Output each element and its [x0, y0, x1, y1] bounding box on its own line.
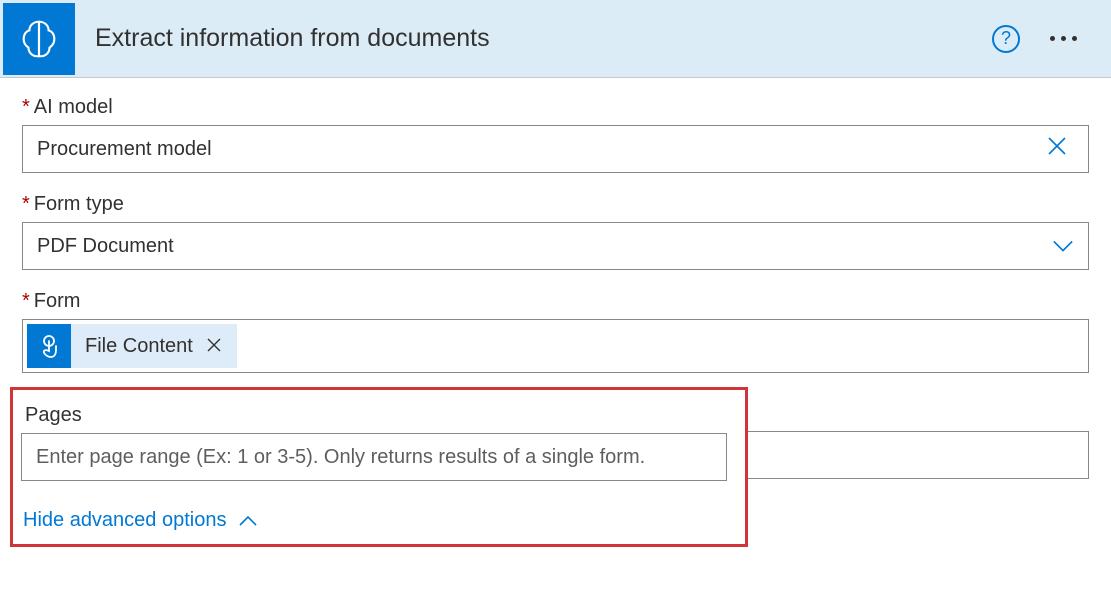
ai-model-label-text: AI model: [34, 96, 113, 119]
pages-input[interactable]: [21, 433, 727, 481]
action-icon: [3, 3, 75, 75]
hide-advanced-link[interactable]: Hide advanced options: [21, 509, 727, 532]
form-label-text: Form: [34, 290, 81, 313]
required-asterisk: *: [22, 290, 30, 313]
page-title: Extract information from documents: [95, 24, 992, 53]
touch-icon: [27, 324, 71, 368]
form-label: * Form: [22, 290, 1089, 313]
ai-model-label: * AI model: [22, 96, 1089, 119]
token-label: File Content: [85, 335, 193, 358]
ai-model-value: Procurement model: [37, 138, 1040, 161]
ai-model-input[interactable]: Procurement model: [22, 125, 1089, 173]
form-type-label: * Form type: [22, 193, 1089, 216]
action-header: Extract information from documents ?: [0, 0, 1111, 78]
form-type-label-text: Form type: [34, 193, 124, 216]
required-asterisk: *: [22, 193, 30, 216]
pages-input-extension[interactable]: [748, 431, 1089, 479]
pages-label: Pages: [21, 404, 727, 427]
chevron-down-icon: [1052, 239, 1074, 253]
header-actions: ?: [992, 25, 1091, 53]
help-icon[interactable]: ?: [992, 25, 1020, 53]
form-input[interactable]: File Content: [22, 319, 1089, 373]
more-menu-icon[interactable]: [1048, 30, 1079, 47]
clear-icon[interactable]: [1040, 135, 1074, 163]
brain-icon: [16, 16, 62, 62]
highlighted-section: Pages Hide advanced options: [10, 387, 748, 547]
hide-advanced-label: Hide advanced options: [23, 509, 226, 532]
form-type-value: PDF Document: [37, 235, 1052, 258]
file-content-token[interactable]: File Content: [27, 324, 237, 368]
close-icon[interactable]: [203, 336, 225, 357]
chevron-up-icon: [238, 515, 258, 527]
required-asterisk: *: [22, 96, 30, 119]
form-type-select[interactable]: PDF Document: [22, 222, 1089, 270]
form-body: * AI model Procurement model * Form type…: [0, 78, 1111, 547]
